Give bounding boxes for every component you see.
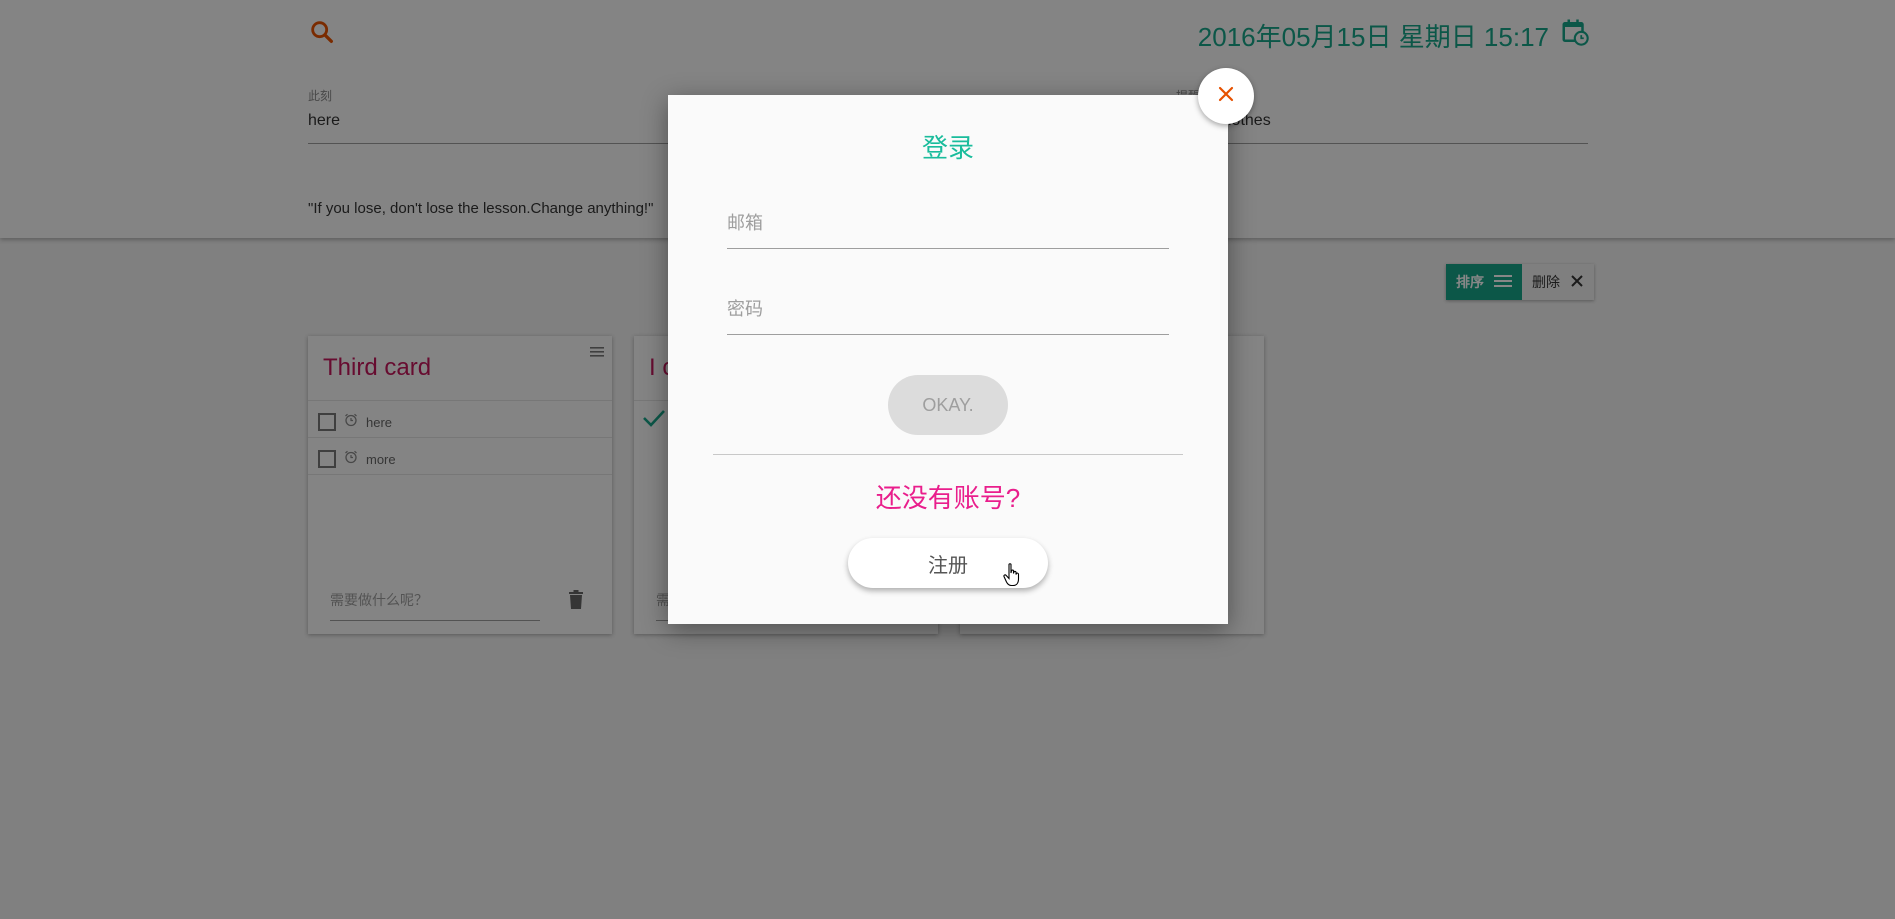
password-input[interactable] xyxy=(727,299,1169,335)
dialog-divider xyxy=(713,454,1183,455)
close-icon xyxy=(1217,85,1235,108)
no-account-text: 还没有账号? xyxy=(875,483,1021,513)
okay-button[interactable]: OKAY. xyxy=(888,375,1008,435)
email-field xyxy=(727,213,1169,249)
hand-cursor-icon xyxy=(1003,563,1021,592)
login-dialog: 登录 OKAY. 还没有账号? 注册 xyxy=(668,95,1228,624)
email-input[interactable] xyxy=(727,213,1169,249)
dialog-title: 登录 xyxy=(921,133,974,163)
password-field xyxy=(727,299,1169,335)
close-dialog-button[interactable] xyxy=(1198,68,1254,124)
